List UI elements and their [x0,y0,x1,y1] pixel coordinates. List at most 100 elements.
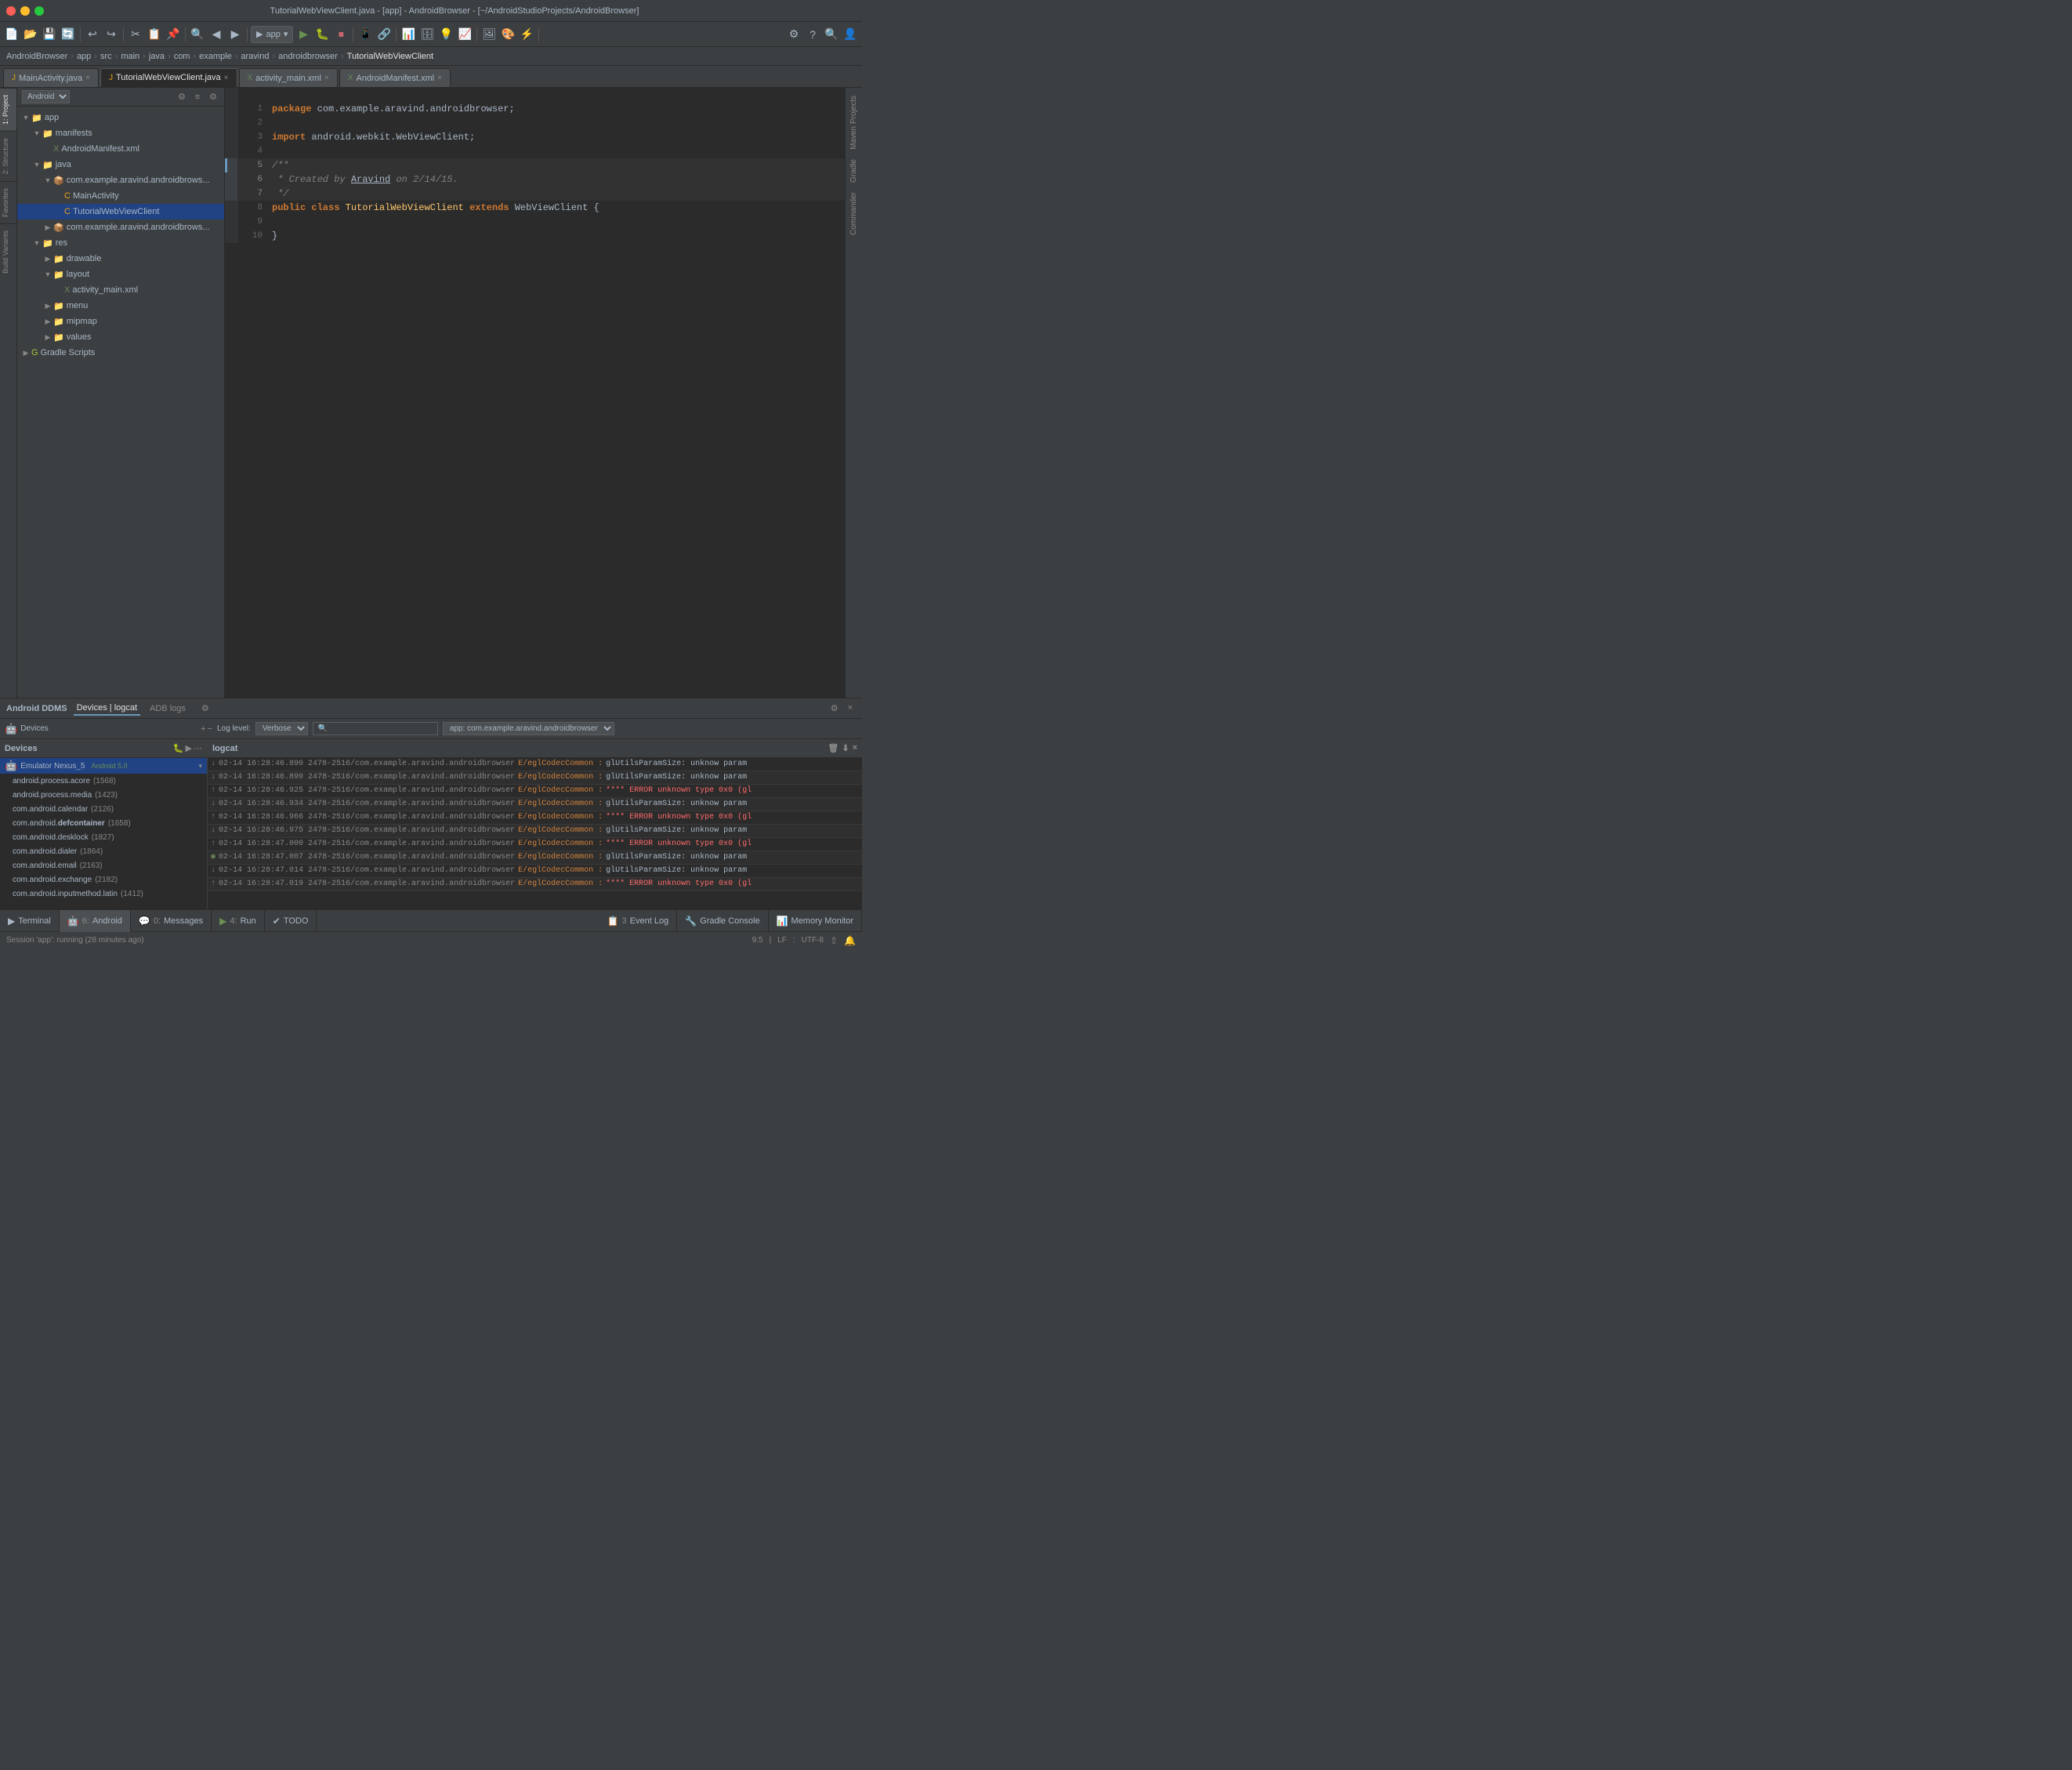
tree-item-app[interactable]: ▼ 📁 app [17,110,224,125]
device-dropdown[interactable]: ▾ [198,762,202,771]
ddms-adb-icon[interactable]: ⚙ [198,702,212,715]
tree-item-androidmanifest[interactable]: X AndroidManifest.xml [17,141,224,157]
collapse-all-btn[interactable]: ≡ [191,91,204,103]
deploy-btn[interactable]: 📱 [357,26,374,43]
maven-projects-tab[interactable]: Maven Projects [848,91,860,154]
process-exchange[interactable]: com.android.exchange (2182) [0,872,207,887]
tree-item-drawable[interactable]: ▶ 📁 drawable [17,251,224,267]
run-btn[interactable]: ▶ [295,26,312,43]
project-tab[interactable]: 1: Project [0,88,16,131]
close-button[interactable] [6,6,16,16]
remove-device-btn[interactable]: − [208,724,212,734]
tab-tutorialwebview[interactable]: J TutorialWebViewClient.java × [100,68,237,87]
tree-item-manifests[interactable]: ▼ 📁 manifests [17,125,224,141]
tab-mainactivity[interactable]: J MainActivity.java × [3,68,99,87]
process-media[interactable]: android.process.media (1423) [0,788,207,802]
method-btn[interactable]: 📈 [456,26,473,43]
tree-item-gradlescripts[interactable]: ▶ G Gradle Scripts [17,345,224,361]
log-level-select[interactable]: Verbose Debug Info Warn Error [255,722,308,735]
sync-btn[interactable]: 🔄 [60,26,77,43]
systrace-btn[interactable]: ⚡ [518,26,535,43]
android-tool[interactable]: 🤖 6: Android [60,910,131,932]
project-view-selector[interactable]: Android Project [22,90,70,103]
tree-item-pkg2[interactable]: ▶ 📦 com.example.aravind.androidbrows... [17,219,224,235]
messages-tool[interactable]: 💬 0: Messages [131,910,212,932]
git-icon[interactable]: ⇧ [830,935,838,946]
project-settings-btn[interactable]: ⚙ [207,91,219,103]
logcat-content[interactable]: ↓ 02-14 16:28:46.890 2478-2516/com.examp… [208,758,862,909]
gradle-console-tool[interactable]: 🔧 Gradle Console [677,910,768,932]
tree-item-tutorialwebview[interactable]: C TutorialWebViewClient [17,204,224,219]
theme-btn[interactable]: 🎨 [499,26,516,43]
logcat-scroll-btn[interactable]: ⬇ [842,743,849,753]
breadcrumb-java[interactable]: java [149,52,165,61]
copy-btn[interactable]: 📋 [146,26,163,43]
back-btn[interactable]: ◀ [208,26,225,43]
process-calendar[interactable]: com.android.calendar (2126) [0,802,207,816]
tree-item-mipmap[interactable]: ▶ 📁 mipmap [17,314,224,329]
minimize-button[interactable] [20,6,30,16]
run-config-selector[interactable]: ▶ app ▾ [251,26,293,43]
sync-project-btn[interactable]: ⚙ [176,91,188,103]
hprof-btn[interactable]: 💡 [437,26,455,43]
process-acore[interactable]: android.process.acore (1568) [0,774,207,788]
process-desklock[interactable]: com.android.desklock (1827) [0,830,207,844]
breadcrumb-app[interactable]: app [77,52,91,61]
ddms-settings-btn[interactable]: ⚙ [828,702,842,715]
process-email[interactable]: com.android.email (2163) [0,858,207,872]
user-btn[interactable]: 👤 [842,26,859,43]
tab-androidmanifest[interactable]: X AndroidManifest.xml × [339,68,451,87]
cut-btn[interactable]: ✂ [127,26,144,43]
tab-activitymain-close[interactable]: × [324,74,329,82]
tree-item-menu[interactable]: ▶ 📁 menu [17,298,224,314]
maximize-button[interactable] [34,6,44,16]
new-file-btn[interactable]: 📄 [3,26,20,43]
settings-btn[interactable]: ⚙ [785,26,802,43]
buildvariants-tab[interactable]: Build Variants [0,223,16,280]
save-btn[interactable]: 💾 [41,26,58,43]
editor-area[interactable]: 1 package com.example.aravind.androidbro… [225,88,845,698]
breadcrumb-src[interactable]: src [100,52,112,61]
structure-tab[interactable]: 2: Structure [0,131,16,181]
process-inputmethod[interactable]: com.android.inputmethod.latin (1412) [0,887,207,901]
tree-item-values[interactable]: ▶ 📁 values [17,329,224,345]
heap-btn[interactable]: 📊 [400,26,417,43]
tree-item-activitymainxml[interactable]: X activity_main.xml [17,282,224,298]
terminal-tool[interactable]: ▶ Terminal [0,910,60,932]
add-device-btn[interactable]: + [201,724,205,734]
breadcrumb-tutorialwebview[interactable]: TutorialWebViewClient [347,52,433,61]
tab-mainactivity-close[interactable]: × [85,74,90,82]
tab-tutorialwebview-close[interactable]: × [224,74,229,82]
process-defcontainer[interactable]: com.android.defcontainer (1658) [0,816,207,830]
logcat-clear-btn[interactable]: 🗑 [828,743,839,753]
tab-androidmanifest-close[interactable]: × [437,74,442,82]
device-more-btn[interactable]: ⋯ [194,743,202,753]
breadcrumb-example[interactable]: example [199,52,232,61]
tree-item-mainactivity[interactable]: C MainActivity [17,188,224,204]
editor-content[interactable]: 1 package com.example.aravind.androidbro… [225,88,845,698]
breadcrumb-androidbrowser2[interactable]: androidbrowser [278,52,338,61]
run-tool[interactable]: ▶ 4: Run [212,910,265,932]
undo-btn[interactable]: ↩ [84,26,101,43]
notifications-icon[interactable]: 🔔 [844,935,856,946]
tree-item-layout[interactable]: ▼ 📁 layout [17,267,224,282]
logcat-close-btn[interactable]: × [853,743,857,753]
log-app-filter-select[interactable]: app: com.example.aravind.androidbrowser [443,722,614,735]
commander-tab[interactable]: Commander [848,187,860,240]
layout-btn[interactable]: 🖼 [480,26,498,43]
attach-btn[interactable]: 🔗 [375,26,393,43]
tree-item-java[interactable]: ▼ 📁 java [17,157,224,172]
alloc-btn[interactable]: 🗄 [418,26,436,43]
ddms-close-btn[interactable]: × [845,702,856,715]
gradle-tab[interactable]: Gradle [848,154,860,187]
favorites-tab[interactable]: Favorites [0,181,16,223]
log-search-input[interactable] [313,722,438,735]
paste-btn[interactable]: 📌 [165,26,182,43]
debug-process-btn[interactable]: 🐛 [173,743,184,753]
breadcrumb-androidbrowser[interactable]: AndroidBrowser [6,52,67,61]
tree-item-res[interactable]: ▼ 📁 res [17,235,224,251]
redo-btn[interactable]: ↪ [103,26,120,43]
device-item-emulator[interactable]: 🤖 Emulator Nexus_5 Android 5.0 ▾ [0,758,207,774]
find-btn[interactable]: 🔍 [189,26,206,43]
devices-logcat-tab[interactable]: Devices | logcat [74,702,140,716]
